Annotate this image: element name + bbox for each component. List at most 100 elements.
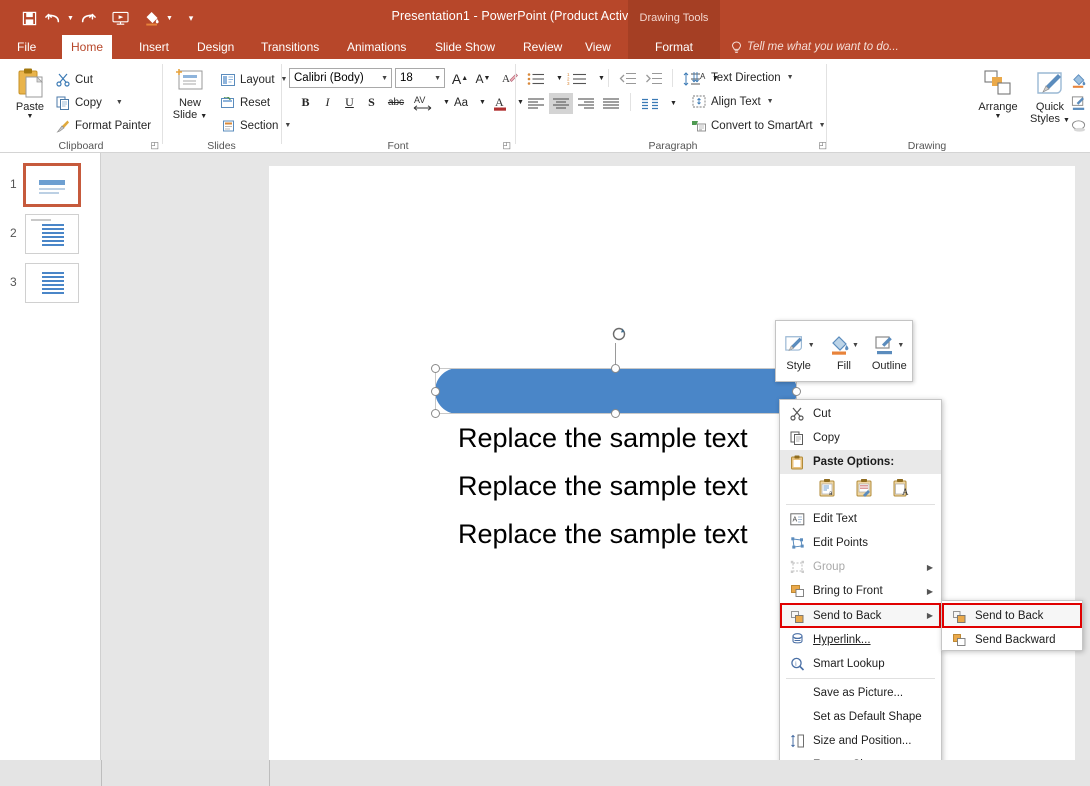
strikethrough-button[interactable]: abc bbox=[384, 92, 408, 113]
reset-button[interactable]: Reset bbox=[217, 92, 273, 113]
align-text-dropdown-icon[interactable]: ▼ bbox=[767, 98, 774, 105]
grow-font-button[interactable]: A ▲ bbox=[449, 68, 471, 89]
text-direction-dropdown-icon[interactable]: ▼ bbox=[787, 74, 794, 81]
smartart-dropdown-icon[interactable]: ▼ bbox=[819, 122, 826, 129]
cut-button[interactable]: Cut bbox=[52, 69, 96, 90]
shrink-font-button[interactable]: A ▼ bbox=[472, 68, 494, 89]
mini-toolbar-style[interactable]: ▼ Style bbox=[777, 330, 821, 372]
tab-file[interactable]: File bbox=[8, 35, 45, 59]
convert-to-smartart-button[interactable]: Convert to SmartArt ▼ bbox=[688, 115, 829, 136]
paste-button[interactable]: Paste ▼ bbox=[5, 67, 55, 121]
context-menu[interactable]: Cut Copy Paste Options: a A A Edit Text … bbox=[779, 399, 942, 778]
slide-thumbnail-1[interactable] bbox=[23, 163, 81, 207]
italic-button[interactable]: I bbox=[317, 92, 338, 113]
tab-review[interactable]: Review bbox=[514, 35, 571, 59]
context-menu-item-bring-to-front[interactable]: Bring to Front ▶ bbox=[780, 579, 941, 603]
context-menu-item-copy[interactable]: Copy bbox=[780, 426, 941, 450]
submenu-item-send-backward[interactable]: Send Backward bbox=[942, 628, 1082, 652]
numbering-button[interactable]: 1 2 3 bbox=[564, 68, 590, 89]
tell-me-box[interactable]: Tell me what you want to do... bbox=[731, 35, 899, 59]
resize-handle-bl[interactable] bbox=[431, 409, 440, 418]
clipboard-dialog-launcher-icon[interactable]: ◰ bbox=[150, 140, 159, 151]
paste-keep-source-formatting-icon[interactable]: a bbox=[818, 478, 837, 498]
increase-indent-button[interactable] bbox=[642, 68, 666, 89]
slide-thumbnail-3[interactable] bbox=[25, 263, 79, 303]
mini-toolbar-fill[interactable]: ▼ Fill bbox=[822, 330, 866, 372]
tab-format[interactable]: Format bbox=[628, 35, 720, 59]
change-case-button[interactable]: Aa bbox=[449, 92, 473, 113]
new-slide-button[interactable]: New Slide ▼ bbox=[165, 67, 215, 123]
font-name-combo[interactable]: Calibri (Body) ▼ bbox=[289, 68, 392, 88]
context-menu-item-edit-points[interactable]: Edit Points bbox=[780, 531, 941, 555]
mini-toolbar-outline[interactable]: ▼ Outline bbox=[867, 330, 911, 372]
fill-dropdown-icon[interactable]: ▼ bbox=[852, 342, 859, 349]
context-menu-item-edit-text[interactable]: A Edit Text bbox=[780, 507, 941, 531]
align-right-button[interactable] bbox=[574, 93, 598, 114]
copy-dropdown-icon[interactable]: ▼ bbox=[116, 99, 123, 106]
arrange-button[interactable]: Arrange ▼ bbox=[972, 69, 1024, 121]
layout-button[interactable]: Layout ▼ bbox=[217, 69, 290, 90]
paste-dropdown-icon[interactable]: ▼ bbox=[27, 113, 34, 121]
context-menu-item-save-as-picture[interactable]: Save as Picture... bbox=[780, 681, 941, 705]
bullets-button[interactable] bbox=[524, 68, 548, 89]
font-name-dropdown-icon[interactable]: ▼ bbox=[381, 75, 388, 82]
arrange-dropdown-icon[interactable]: ▼ bbox=[995, 113, 1002, 121]
outline-dropdown-icon[interactable]: ▼ bbox=[897, 342, 904, 349]
bold-button[interactable]: B bbox=[295, 92, 316, 113]
format-painter-button[interactable]: Format Painter bbox=[52, 115, 154, 136]
context-menu-item-cut[interactable]: Cut bbox=[780, 402, 941, 426]
shape-fill-button[interactable]: S bbox=[1071, 69, 1090, 90]
align-left-button[interactable] bbox=[524, 93, 548, 114]
paste-use-destination-theme-icon[interactable] bbox=[855, 478, 874, 498]
tab-slide-show[interactable]: Slide Show bbox=[426, 35, 504, 59]
submenu-item-send-to-back[interactable]: Send to Back bbox=[942, 603, 1082, 628]
slide-thumbnail-2[interactable] bbox=[25, 214, 79, 254]
resize-handle-ml[interactable] bbox=[431, 387, 440, 396]
context-menu-item-set-as-default-shape[interactable]: Set as Default Shape bbox=[780, 705, 941, 729]
slide-text-line-2[interactable]: Replace the sample text bbox=[458, 471, 748, 502]
thumbnail-row-2[interactable]: 2 bbox=[0, 214, 101, 262]
justify-button[interactable] bbox=[599, 93, 623, 114]
font-size-combo[interactable]: 18 ▼ bbox=[395, 68, 445, 88]
resize-handle-tc[interactable] bbox=[611, 364, 620, 373]
tab-insert[interactable]: Insert bbox=[130, 35, 178, 59]
font-color-button[interactable]: A bbox=[490, 92, 511, 113]
slide-text-line-3[interactable]: Replace the sample text bbox=[458, 519, 748, 550]
thumbnail-row-3[interactable]: 3 bbox=[0, 263, 101, 311]
rotate-handle-icon[interactable] bbox=[611, 326, 627, 342]
underline-button[interactable]: U bbox=[339, 92, 360, 113]
shape-effects-button[interactable]: S bbox=[1071, 115, 1090, 136]
resize-handle-bc[interactable] bbox=[611, 409, 620, 418]
tab-transitions[interactable]: Transitions bbox=[252, 35, 328, 59]
send-to-back-submenu[interactable]: Send to Back Send Backward bbox=[941, 600, 1083, 651]
decrease-indent-button[interactable] bbox=[616, 68, 640, 89]
context-menu-item-size-and-position[interactable]: Size and Position... bbox=[780, 729, 941, 753]
resize-handle-tl[interactable] bbox=[431, 364, 440, 373]
resize-handle-mr[interactable] bbox=[792, 387, 801, 396]
align-text-button[interactable]: Align Text ▼ bbox=[688, 91, 777, 112]
tab-design[interactable]: Design bbox=[188, 35, 243, 59]
tab-view[interactable]: View bbox=[576, 35, 620, 59]
tab-home[interactable]: Home bbox=[62, 35, 113, 59]
mini-toolbar[interactable]: ▼ Style ▼ Fill ▼ Outline bbox=[775, 320, 913, 382]
style-dropdown-icon[interactable]: ▼ bbox=[808, 342, 815, 349]
align-center-button[interactable] bbox=[549, 93, 573, 114]
tab-animations[interactable]: Animations bbox=[338, 35, 415, 59]
columns-button[interactable] bbox=[638, 93, 662, 114]
text-shadow-button[interactable]: S bbox=[361, 92, 382, 113]
text-direction-button[interactable]: A Text Direction ▼ bbox=[688, 67, 797, 88]
context-menu-item-hyperlink[interactable]: Hyperlink... bbox=[780, 628, 941, 652]
copy-button[interactable]: Copy ▼ bbox=[52, 92, 126, 113]
slides-thumbnail-panel[interactable]: 1 2 3 bbox=[0, 153, 101, 786]
quick-styles-button[interactable]: Quick Styles ▼ bbox=[1023, 69, 1077, 127]
context-menu-item-smart-lookup[interactable]: i Smart Lookup bbox=[780, 652, 941, 676]
shape-outline-button[interactable]: S bbox=[1071, 92, 1090, 113]
character-spacing-button[interactable]: AV bbox=[410, 92, 436, 113]
font-size-dropdown-icon[interactable]: ▼ bbox=[434, 75, 441, 82]
slide-canvas[interactable] bbox=[269, 166, 1075, 770]
paste-keep-text-only-icon[interactable]: A bbox=[892, 478, 911, 498]
font-dialog-launcher-icon[interactable]: ◰ bbox=[502, 140, 511, 151]
context-menu-item-send-to-back[interactable]: Send to Back ▶ bbox=[780, 603, 941, 628]
thumbnail-row-1[interactable]: 1 bbox=[0, 163, 101, 213]
slide-text-line-1[interactable]: Replace the sample text bbox=[458, 423, 748, 454]
